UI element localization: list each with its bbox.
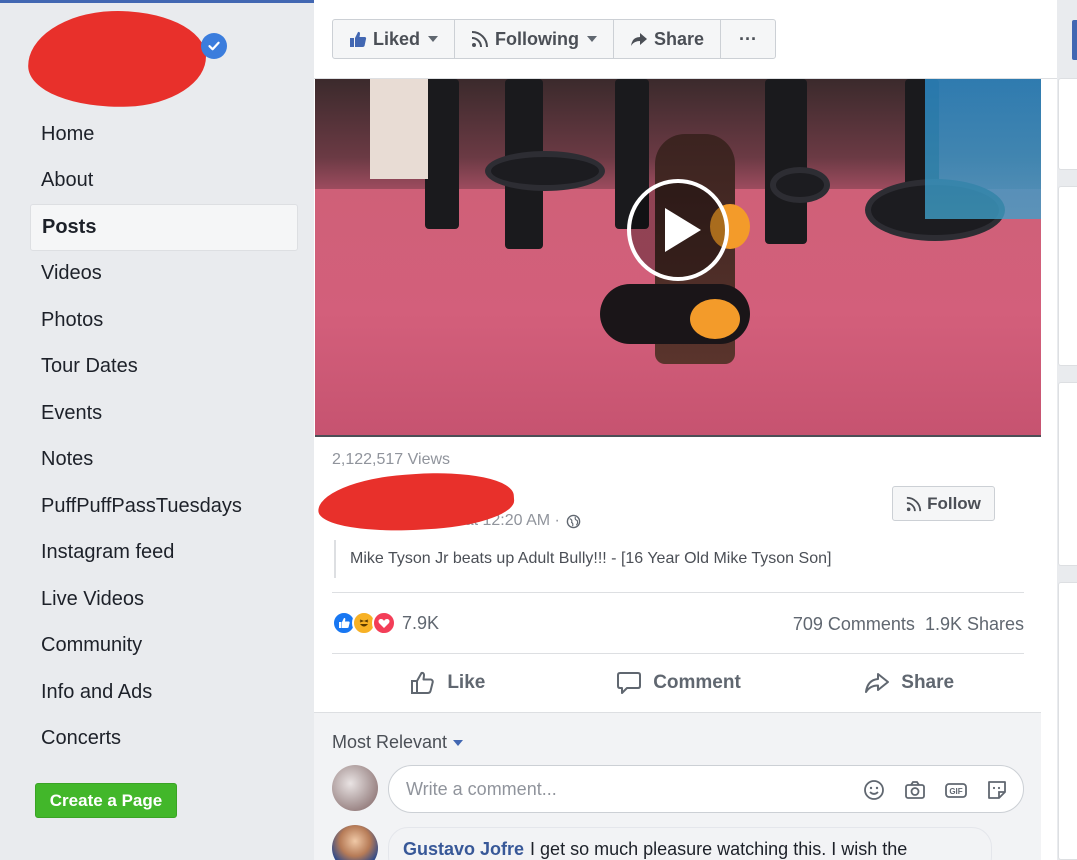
sidebar-item-live-videos[interactable]: Live Videos bbox=[30, 576, 298, 623]
thumbs-up-icon bbox=[350, 31, 367, 47]
comment-input-tools: GIF bbox=[862, 778, 1009, 802]
sidebar-item-videos[interactable]: Videos bbox=[30, 251, 298, 298]
reaction-summary[interactable]: 7.9K bbox=[332, 611, 439, 635]
video-progress-track bbox=[315, 435, 1041, 437]
shares-count-link[interactable]: 1.9K Shares bbox=[925, 614, 1024, 635]
engagement-counts: 709 Comments 1.9K Shares bbox=[793, 614, 1024, 635]
comment-sort-label: Most Relevant bbox=[332, 732, 448, 752]
comment-author-link[interactable]: Gustavo Jofre bbox=[403, 839, 524, 859]
comment-text: I get so much pleasure watching this. I … bbox=[530, 839, 908, 859]
rss-icon bbox=[471, 31, 489, 48]
following-label: Following bbox=[495, 28, 579, 49]
sidebar-item-home[interactable]: Home bbox=[30, 111, 298, 158]
rail-card bbox=[1058, 78, 1077, 170]
sidebar-item-notes[interactable]: Notes bbox=[30, 437, 298, 484]
follow-button[interactable]: Follow bbox=[892, 486, 995, 521]
follow-label: Follow bbox=[927, 493, 981, 513]
ellipsis-icon: ··· bbox=[739, 28, 758, 49]
rss-icon bbox=[906, 496, 922, 511]
sidebar-nav: Home About Posts Videos Photos Tour Date… bbox=[30, 111, 298, 762]
sidebar-item-community[interactable]: Community bbox=[30, 623, 298, 670]
share-arrow-icon bbox=[631, 33, 647, 46]
thumbs-up-outline-icon bbox=[411, 671, 435, 694]
sidebar-item-concerts[interactable]: Concerts bbox=[30, 716, 298, 763]
chevron-down-icon bbox=[587, 36, 597, 42]
comments-count-link[interactable]: 709 Comments bbox=[793, 614, 915, 635]
sidebar-item-instagram-feed[interactable]: Instagram feed bbox=[30, 530, 298, 577]
video-frame-tire bbox=[485, 151, 605, 191]
share-label: Share bbox=[901, 672, 955, 693]
like-label: Like bbox=[447, 672, 486, 693]
page-sidebar: Home About Posts Videos Photos Tour Date… bbox=[0, 3, 314, 860]
comment-input-placeholder: Write a comment... bbox=[406, 778, 557, 799]
divider bbox=[332, 592, 1024, 593]
video-frame-tire bbox=[770, 167, 830, 203]
sidebar-item-puffpuffpasstuesdays[interactable]: PuffPuffPassTuesdays bbox=[30, 483, 298, 530]
sidebar-item-events[interactable]: Events bbox=[30, 390, 298, 437]
globe-icon bbox=[566, 514, 581, 528]
svg-text:GIF: GIF bbox=[949, 787, 962, 796]
gif-icon[interactable]: GIF bbox=[944, 778, 968, 802]
create-page-button[interactable]: Create a Page bbox=[35, 783, 177, 818]
rail-card bbox=[1058, 382, 1077, 566]
camera-icon[interactable] bbox=[903, 778, 927, 802]
speech-bubble-icon bbox=[617, 672, 642, 694]
comment-input[interactable]: Write a comment... GIF bbox=[388, 765, 1024, 813]
comment-item: Gustavo Jofre I get so much pleasure watc… bbox=[388, 827, 992, 860]
video-frame-window bbox=[925, 79, 1041, 219]
play-button-icon[interactable] bbox=[627, 179, 729, 281]
sidebar-item-about[interactable]: About bbox=[30, 158, 298, 205]
love-reaction-icon bbox=[372, 611, 396, 635]
sidebar-item-photos[interactable]: Photos bbox=[30, 297, 298, 344]
chevron-down-icon bbox=[428, 36, 439, 42]
like-button[interactable]: Like bbox=[332, 654, 563, 712]
sidebar-item-info-and-ads[interactable]: Info and Ads bbox=[30, 669, 298, 716]
right-rail bbox=[1057, 0, 1077, 860]
commenter-avatar[interactable] bbox=[332, 825, 378, 860]
share-button[interactable]: Share bbox=[793, 654, 1024, 712]
page-action-bar: Liked Following Share ··· bbox=[332, 19, 777, 59]
share-page-label: Share bbox=[654, 28, 705, 49]
comment-label: Comment bbox=[653, 672, 741, 693]
main-column: Liked Following Share ··· 2,122,517 View… bbox=[314, 0, 1057, 860]
video-player[interactable] bbox=[315, 79, 1041, 436]
more-options-button[interactable]: ··· bbox=[721, 20, 775, 58]
rail-card bbox=[1058, 186, 1077, 366]
comments-section: Most Relevant Write a comment... GIF Gus… bbox=[314, 712, 1041, 860]
chevron-down-icon bbox=[453, 739, 464, 746]
video-frame-bag bbox=[425, 79, 459, 229]
video-frame-person bbox=[370, 79, 428, 179]
following-button[interactable]: Following bbox=[455, 20, 614, 58]
comment-sort-dropdown[interactable]: Most Relevant bbox=[332, 732, 464, 753]
post-actions: Like Comment Share bbox=[332, 654, 1024, 712]
sticker-icon[interactable] bbox=[985, 778, 1009, 802]
liked-label: Liked bbox=[373, 28, 421, 49]
share-page-button[interactable]: Share bbox=[614, 20, 722, 58]
share-arrow-outline-icon bbox=[865, 673, 890, 693]
liked-button[interactable]: Liked bbox=[333, 20, 456, 58]
post-caption: Mike Tyson Jr beats up Adult Bully!!! - … bbox=[334, 540, 831, 578]
sidebar-item-tour-dates[interactable]: Tour Dates bbox=[30, 344, 298, 391]
verified-badge-icon bbox=[201, 33, 227, 59]
sidebar-item-posts[interactable]: Posts bbox=[30, 204, 298, 251]
view-count: 2,122,517 Views bbox=[332, 451, 451, 468]
reaction-count: 7.9K bbox=[402, 612, 440, 633]
rail-action-button[interactable] bbox=[1072, 20, 1077, 60]
emoji-icon[interactable] bbox=[862, 778, 886, 802]
rail-card bbox=[1058, 582, 1077, 860]
comment-button[interactable]: Comment bbox=[563, 654, 794, 712]
current-user-avatar[interactable] bbox=[332, 765, 378, 811]
redacted-page-name bbox=[26, 7, 208, 111]
